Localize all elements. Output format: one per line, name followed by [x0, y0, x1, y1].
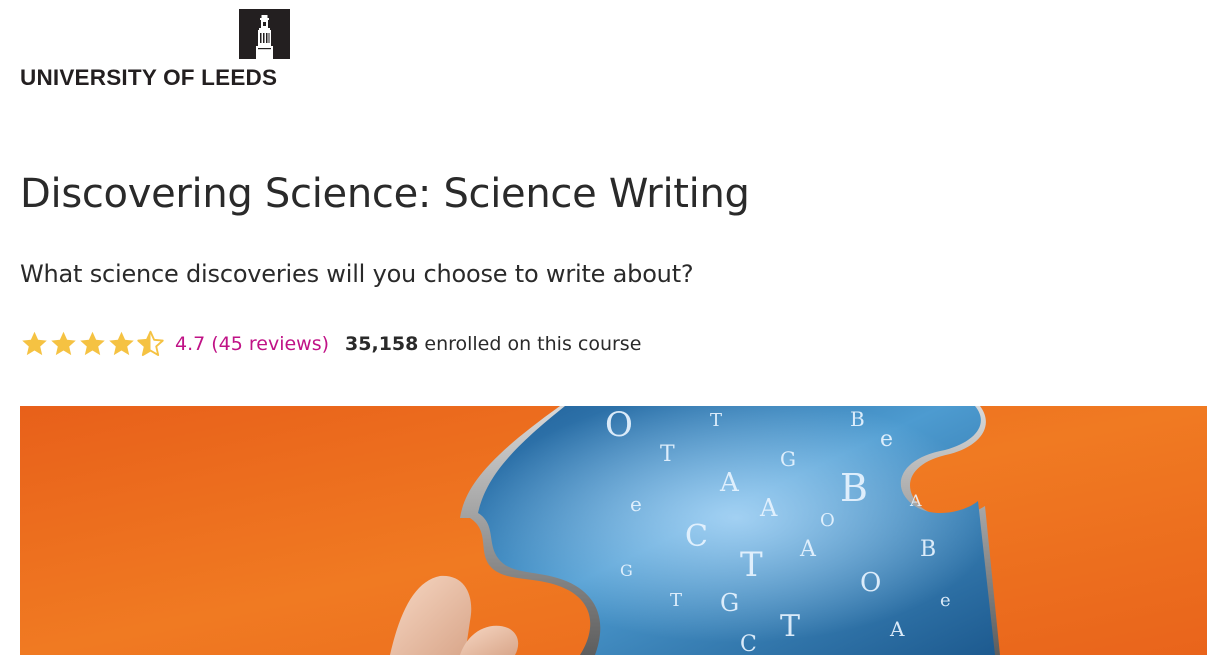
hero-letter-glyph: O — [605, 406, 633, 445]
hero-letter-glyph: G — [780, 447, 796, 471]
hero-letter-glyph: A — [719, 468, 740, 498]
enrolled-count: 35,158 — [345, 333, 419, 355]
hero-letter-glyph: G — [720, 589, 739, 617]
university-logo-link[interactable]: UNIVERSITY OF LEEDS — [20, 9, 292, 91]
course-hero-image: OTAGBeCTAOGTeBATOAGeTBCA — [20, 406, 1207, 655]
hero-letter-glyph: T — [670, 590, 682, 611]
hero-letter-glyph: T — [710, 410, 722, 431]
hero-letter-glyph: A — [909, 491, 922, 510]
hero-letter-glyph: A — [759, 494, 778, 522]
puzzle-piece-letters-image: OTAGBeCT AOGTeBATOAGeT BCA — [20, 406, 1207, 655]
hero-letter-glyph: C — [740, 632, 757, 655]
page-title: Discovering Science: Science Writing — [20, 171, 750, 217]
hero-letter-glyph: B — [840, 466, 868, 510]
hero-letter-glyph: e — [940, 590, 951, 611]
hero-letter-glyph: C — [685, 519, 708, 554]
hero-letter-glyph: G — [620, 561, 633, 580]
leeds-tower-icon — [239, 9, 290, 59]
hero-letter-glyph: O — [820, 510, 835, 531]
star-rating — [20, 330, 165, 358]
hero-letter-glyph: O — [860, 568, 881, 598]
hero-letter-glyph: T — [660, 442, 675, 467]
hero-letter-glyph: B — [850, 407, 865, 431]
star-full-icon — [51, 331, 76, 356]
hero-letter-glyph: A — [889, 617, 905, 641]
hero-letter-glyph: B — [920, 537, 936, 562]
star-half-icon — [137, 330, 164, 357]
hero-letter-glyph: e — [630, 492, 642, 516]
star-full-icon — [109, 331, 134, 356]
hero-letter-glyph: A — [799, 537, 817, 562]
hero-letter-glyph: T — [740, 545, 763, 585]
university-name: UNIVERSITY OF LEEDS — [20, 65, 278, 90]
reviews-link[interactable]: 4.7 (45 reviews) — [175, 333, 329, 355]
page-subtitle: What science discoveries will you choose… — [20, 260, 694, 288]
hero-letter-glyph: e — [880, 427, 893, 452]
star-full-icon — [80, 331, 105, 356]
enrolled-info: 35,158 enrolled on this course — [345, 333, 641, 355]
rating-row: 4.7 (45 reviews) 35,158 enrolled on this … — [20, 326, 641, 362]
enrolled-label: enrolled on this course — [424, 333, 642, 355]
course-page: UNIVERSITY OF LEEDS Discovering Science:… — [0, 0, 1207, 655]
hero-letter-glyph: T — [780, 609, 800, 644]
star-full-icon — [22, 331, 47, 356]
